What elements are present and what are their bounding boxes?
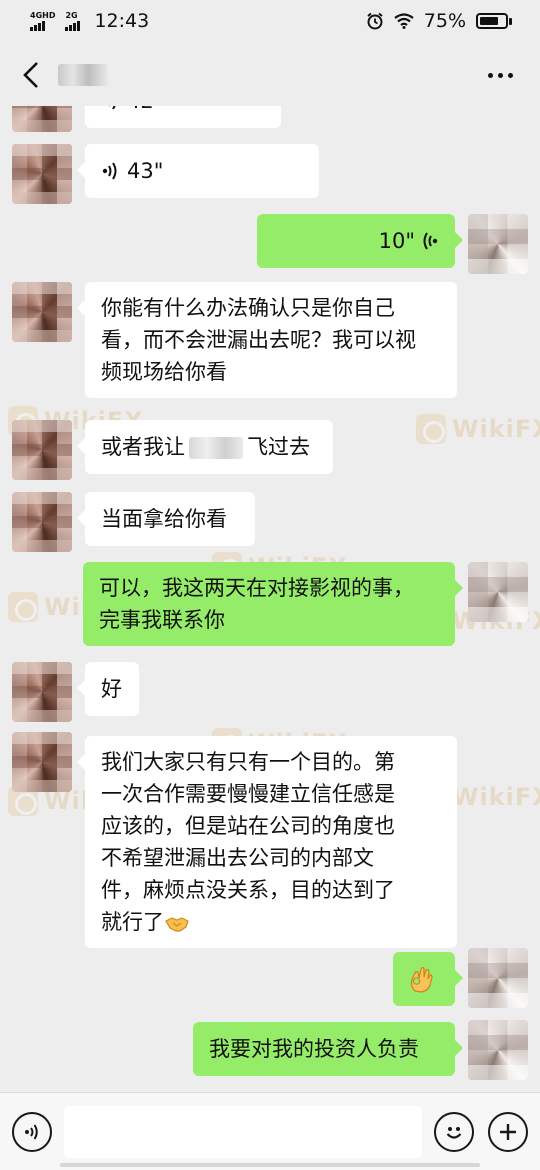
plus-icon xyxy=(500,1123,516,1140)
handshake-emoji-icon xyxy=(165,917,189,932)
emoji-button[interactable] xyxy=(434,1111,474,1152)
text-message[interactable]: 或者我让 飞过去 xyxy=(77,420,333,474)
message-list[interactable]: WikiFX WikiFX WikiFX WikiFX WikiFX WikiF… xyxy=(0,106,540,1092)
battery-percent: 75% xyxy=(423,10,466,32)
more-dots-icon xyxy=(487,72,493,78)
home-indicator xyxy=(60,1163,480,1167)
alarm-icon xyxy=(367,12,383,30)
voice-toggle-icon xyxy=(25,1123,38,1140)
message-line: 不希望泄漏出去公司的内部文 xyxy=(101,846,374,870)
text-message[interactable]: 好 xyxy=(77,662,139,716)
watermark-logo-icon xyxy=(8,592,38,622)
voice-wave-icon xyxy=(109,106,116,110)
message-text: 或者我让 xyxy=(101,435,185,459)
voice-duration: 42" xyxy=(127,106,163,117)
voice-message[interactable]: 42" xyxy=(77,106,281,128)
voice-duration: 10" xyxy=(378,229,415,253)
battery-icon xyxy=(476,13,512,29)
contact-avatar[interactable] xyxy=(12,492,72,552)
network-label-1: 4GHD xyxy=(30,10,56,20)
message-line: 好 xyxy=(101,677,122,701)
emoji-message[interactable] xyxy=(393,952,463,1006)
chat-header xyxy=(0,44,540,106)
back-button[interactable] xyxy=(6,50,56,100)
wifi-icon xyxy=(394,13,414,29)
status-left: 4GHD 2G 12:43 xyxy=(30,10,149,32)
message-line: 当面拿给你看 xyxy=(101,507,227,531)
more-button[interactable] xyxy=(482,57,518,93)
message-line: 完事我联系你 xyxy=(99,608,225,632)
redacted-name xyxy=(189,437,243,459)
message-line: 看，而不会泄漏出去呢？我可以视 xyxy=(101,328,416,352)
text-message[interactable]: 我要对我的投资人负责 xyxy=(193,1022,463,1076)
message-line: 可以，我这两天在对接影视的事， xyxy=(99,576,414,600)
message-line: 就行了 xyxy=(101,910,164,934)
message-line: 你能有什么办法确认只是你自己 xyxy=(101,296,395,320)
emoji-icon xyxy=(446,1126,462,1139)
contact-avatar[interactable] xyxy=(12,420,72,480)
plus-button[interactable] xyxy=(488,1111,528,1152)
clock: 12:43 xyxy=(94,10,150,32)
my-avatar[interactable] xyxy=(468,948,528,1008)
chevron-left-icon xyxy=(23,62,38,88)
chat-title-redacted xyxy=(58,64,108,86)
text-message[interactable]: 你能有什么办法确认只是你自己 看，而不会泄漏出去呢？我可以视 频现场给你看 xyxy=(77,282,457,398)
my-avatar[interactable] xyxy=(468,1020,528,1080)
my-avatar[interactable] xyxy=(468,562,528,622)
network-label-2: 2G xyxy=(65,10,78,20)
contact-avatar[interactable] xyxy=(12,732,72,792)
watermark-logo-icon xyxy=(416,414,446,444)
voice-duration: 43" xyxy=(127,159,164,183)
voice-message[interactable]: 10" xyxy=(257,214,463,268)
status-bar: 4GHD 2G 12:43 75% xyxy=(0,0,540,42)
contact-avatar[interactable] xyxy=(12,106,72,132)
text-message[interactable]: 我们大家只有只有一个目的。第 一次合作需要慢慢建立信任感是 应该的，但是站在公司… xyxy=(77,736,457,948)
contact-avatar[interactable] xyxy=(12,282,72,342)
message-line: 件，麻烦点没关系，目的达到了 xyxy=(101,878,395,902)
ok-hand-emoji-icon xyxy=(410,967,433,993)
status-right: 75% xyxy=(366,10,512,32)
message-text: 飞过去 xyxy=(247,435,310,459)
contact-avatar[interactable] xyxy=(12,144,72,204)
my-avatar[interactable] xyxy=(468,214,528,274)
message-line: 应该的，但是站在公司的角度也 xyxy=(101,814,395,838)
text-message[interactable]: 当面拿给你看 xyxy=(77,492,255,546)
voice-toggle-button[interactable] xyxy=(12,1111,52,1152)
voice-message[interactable]: 43" xyxy=(77,144,319,198)
message-line: 频现场给你看 xyxy=(101,360,227,384)
message-line: 我们大家只有只有一个目的。第 xyxy=(101,750,395,774)
signal-icon-2: 2G xyxy=(65,10,81,31)
message-line: 我要对我的投资人负责 xyxy=(209,1037,419,1061)
message-input[interactable] xyxy=(64,1105,422,1158)
voice-wave-icon xyxy=(102,162,117,180)
text-message[interactable]: 可以，我这两天在对接影视的事， 完事我联系你 xyxy=(83,562,463,646)
watermark: WikiFX xyxy=(416,414,540,444)
contact-avatar[interactable] xyxy=(12,662,72,722)
input-bar xyxy=(0,1092,540,1170)
signal-icon: 4GHD xyxy=(30,10,56,31)
voice-wave-icon xyxy=(423,232,438,250)
message-line: 一次合作需要慢慢建立信任感是 xyxy=(101,782,395,806)
